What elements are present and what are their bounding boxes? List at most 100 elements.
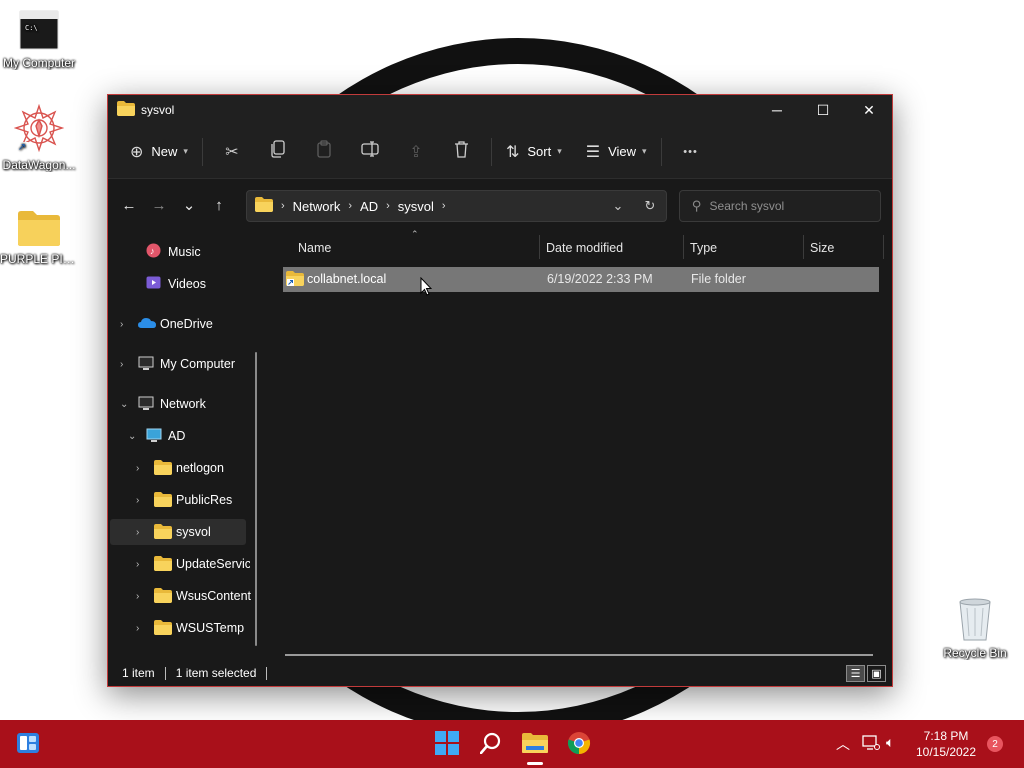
title-bar[interactable]: sysvol ─ ☐ ✕	[108, 95, 892, 125]
recycle-bin-icon	[955, 596, 995, 642]
forward-button[interactable]: →	[144, 189, 174, 221]
breadcrumb-network[interactable]: Network	[293, 199, 341, 214]
copy-button[interactable]	[255, 136, 301, 168]
more-icon: •••	[683, 145, 698, 158]
mandala-shortcut-icon: ↗	[13, 103, 65, 154]
column-divider[interactable]	[683, 235, 684, 259]
sidebar-item-label: netlogon	[176, 461, 224, 475]
breadcrumb-ad[interactable]: AD	[360, 199, 378, 214]
start-button[interactable]	[433, 730, 461, 758]
back-button[interactable]: ←	[114, 189, 144, 221]
recent-locations-button[interactable]: ⌄	[174, 189, 204, 221]
sidebar-item-wsuscontent[interactable]: › WsusContent	[110, 583, 251, 609]
sidebar-item-updateservicespackages[interactable]: › UpdateServicesPackages	[110, 551, 250, 577]
desktop-icon-recycle-bin[interactable]: Recycle Bin	[936, 596, 1014, 660]
sidebar-item-sysvol[interactable]: › sysvol	[110, 519, 246, 545]
rename-button[interactable]	[347, 136, 393, 168]
share-button[interactable]: ⇪	[393, 136, 439, 168]
sidebar-item-label: UpdateServicesPackages	[176, 557, 250, 571]
desktop-icon-purple-pink[interactable]: PURPLE PINK	[0, 208, 78, 266]
refresh-button[interactable]: ↻	[634, 198, 666, 214]
scissors-icon: ✂	[225, 143, 239, 161]
address-history-button[interactable]: ⌄	[602, 198, 634, 214]
view-button[interactable]: ☰ View ▾	[578, 136, 655, 168]
chrome-taskbar-button[interactable]	[565, 730, 593, 758]
search-button[interactable]	[477, 730, 505, 758]
close-button[interactable]: ✕	[846, 95, 892, 125]
network-monitor-icon	[862, 735, 880, 754]
search-input[interactable]	[709, 199, 860, 213]
large-icons-view-button[interactable]: ▣	[867, 665, 886, 682]
sidebar-item-onedrive[interactable]: › OneDrive	[110, 311, 246, 337]
breadcrumb-chevron-icon: ›	[441, 200, 446, 212]
windows-logo-icon	[435, 730, 459, 758]
window-title: sysvol	[141, 103, 175, 117]
folder-icon	[17, 208, 61, 248]
chevron-down-icon: ▾	[557, 146, 562, 156]
desktop-icon-label: DataWagon...	[2, 158, 76, 172]
sidebar-item-music[interactable]: ♪ Music	[110, 239, 246, 265]
file-row[interactable]: collabnet.local 6/19/2022 2:33 PM File f…	[283, 267, 879, 292]
widgets-button[interactable]	[14, 730, 42, 758]
delete-button[interactable]	[439, 136, 485, 168]
chevron-right-icon: ›	[136, 526, 140, 538]
notification-badge[interactable]: 2	[987, 736, 1003, 752]
desktop-icon-datawagon[interactable]: ↗ DataWagon...	[0, 103, 78, 172]
column-divider[interactable]	[803, 235, 804, 259]
breadcrumb-sysvol[interactable]: sysvol	[398, 199, 434, 214]
chevron-right-icon: ›	[136, 462, 140, 474]
minimize-button[interactable]: ─	[754, 95, 800, 125]
sidebar-scrollbar[interactable]	[255, 352, 257, 646]
clock[interactable]: 7:18 PM 10/15/2022	[914, 728, 978, 760]
sidebar-item-netlogon[interactable]: › netlogon	[110, 455, 246, 481]
arrow-right-icon: →	[151, 196, 167, 214]
sidebar-item-network[interactable]: ⌄ Network	[110, 391, 246, 417]
file-list: ⌃ Name Date modified Type Size collabnet…	[283, 229, 888, 655]
chevron-down-icon: ⌄	[128, 430, 137, 442]
column-divider[interactable]	[539, 235, 540, 259]
more-options-button[interactable]: •••	[668, 136, 714, 168]
sort-button[interactable]: ⇅ Sort ▾	[498, 136, 570, 168]
chevron-right-icon: ›	[136, 558, 140, 570]
maximize-button[interactable]: ☐	[800, 95, 846, 125]
sidebar-item-label: sysvol	[176, 525, 211, 539]
desktop-icon-my-computer[interactable]: C:\ My Computer	[0, 8, 78, 70]
folder-icon	[154, 620, 172, 638]
details-view-button[interactable]: ☰	[846, 665, 865, 682]
network-status-button[interactable]	[862, 735, 880, 754]
svg-text:C:\: C:\	[25, 24, 38, 32]
sidebar-item-publicres[interactable]: › PublicRes	[110, 487, 246, 513]
column-divider[interactable]	[883, 235, 884, 259]
new-button[interactable]: ⊕ New ▾	[122, 136, 196, 168]
column-header-name[interactable]: Name	[298, 241, 331, 255]
up-button[interactable]: ↑	[204, 189, 234, 221]
volume-button[interactable]: 🔈︎	[886, 734, 894, 751]
column-header-size[interactable]: Size	[810, 241, 834, 255]
file-name: collabnet.local	[307, 272, 387, 286]
address-bar[interactable]: › Network › AD › sysvol › ⌄ ↻	[246, 190, 667, 222]
sidebar-item-wsustemp[interactable]: › WSUSTemp	[110, 615, 246, 641]
sidebar-item-videos[interactable]: Videos	[110, 271, 246, 297]
breadcrumb-chevron-icon: ›	[386, 200, 390, 212]
new-label: New	[151, 144, 178, 159]
toolbar-separator	[660, 137, 662, 166]
sidebar-item-ad[interactable]: ⌄ AD	[110, 423, 246, 449]
copy-icon	[270, 140, 286, 163]
svg-text:♪: ♪	[150, 246, 155, 256]
cut-button[interactable]: ✂	[209, 136, 255, 168]
search-box[interactable]: ⚲	[679, 190, 881, 222]
view-label: View	[608, 144, 637, 159]
chevron-right-icon: ›	[120, 358, 124, 370]
sidebar-item-my-computer[interactable]: › My Computer	[110, 351, 246, 377]
folder-icon	[154, 524, 172, 542]
chevron-down-icon: ⌄	[120, 398, 129, 410]
file-type: File folder	[691, 272, 746, 286]
column-header-date-modified[interactable]: Date modified	[546, 241, 623, 255]
horizontal-scrollbar[interactable]	[285, 654, 873, 656]
desktop-icon-label: Recycle Bin	[943, 646, 1007, 660]
file-explorer-taskbar-button[interactable]	[521, 730, 549, 758]
paste-button[interactable]	[301, 136, 347, 168]
column-header-type[interactable]: Type	[690, 241, 717, 255]
speaker-icon: 🔈︎	[886, 734, 895, 750]
show-hidden-icons-button[interactable]: ︿	[836, 734, 850, 754]
